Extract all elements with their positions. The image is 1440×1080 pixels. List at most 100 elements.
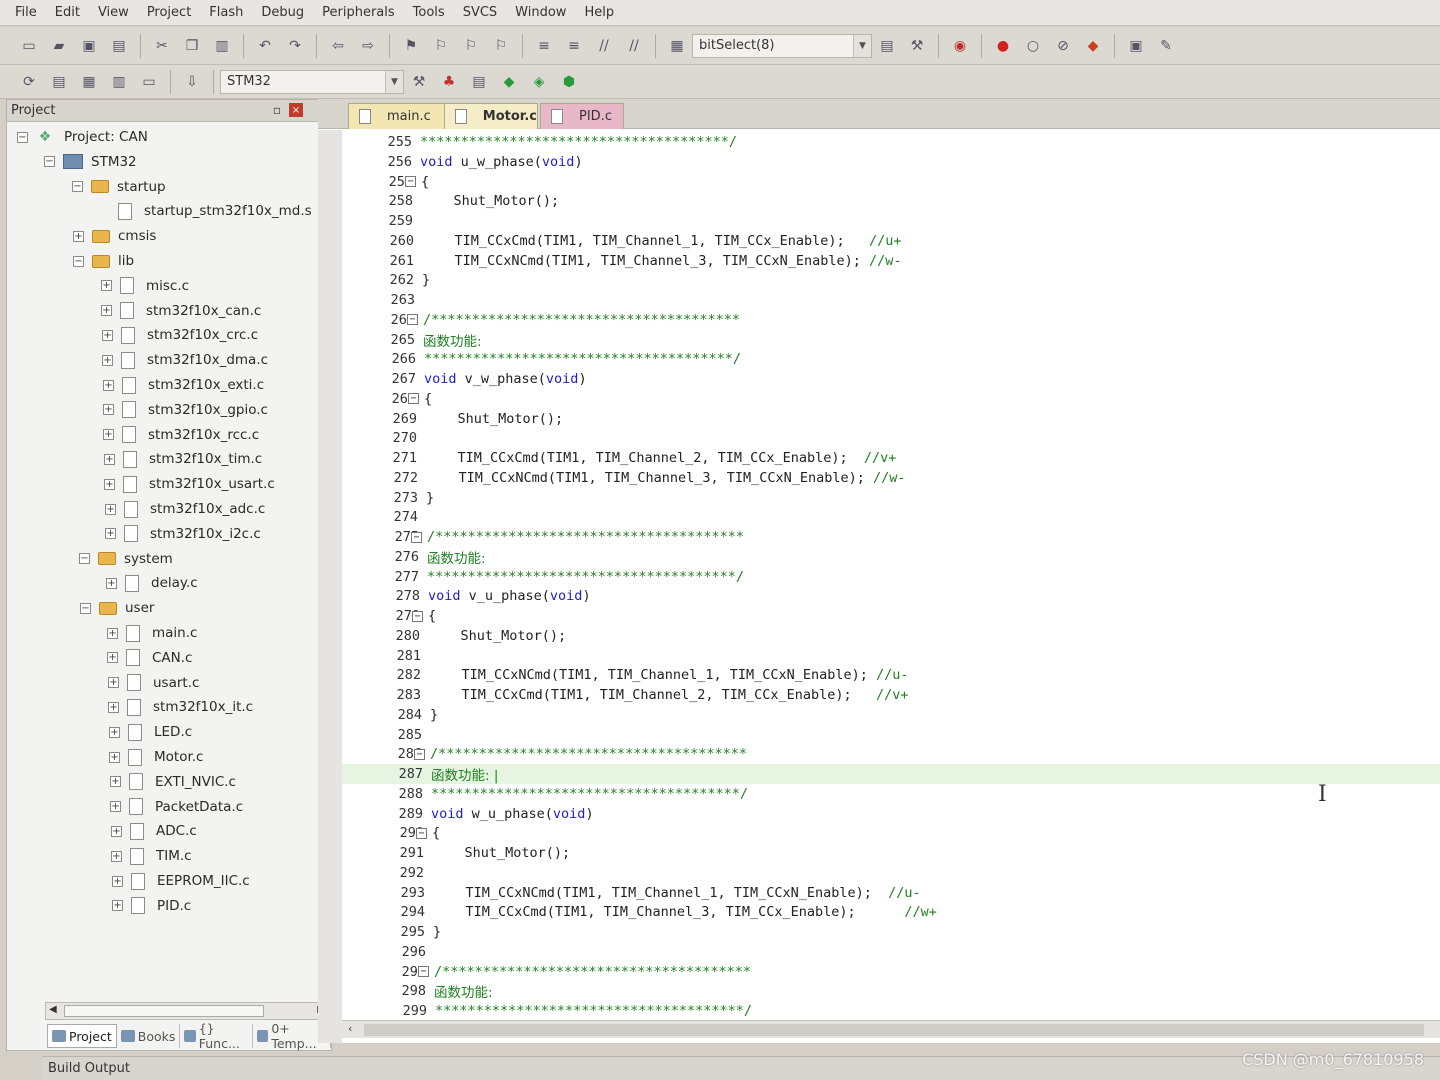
code-line[interactable]: 276 函数功能: <box>342 547 1440 567</box>
fold-collapse-icon[interactable]: − <box>408 393 419 405</box>
code-line[interactable]: 272 TIM_CCxNCmd(TIM1, TIM_Channel_3, TIM… <box>342 468 1440 488</box>
fold-collapse-icon[interactable]: − <box>411 531 422 543</box>
expand-icon[interactable]: + <box>102 354 113 366</box>
editor-horizontal-scrollbar[interactable]: ‹ <box>342 1020 1440 1038</box>
code-line[interactable]: 270 <box>342 428 1440 448</box>
disable-all-breakpoints-icon[interactable]: ⊘ <box>1051 34 1075 58</box>
tree-item[interactable]: startup_stm32f10x_md.s <box>99 200 312 222</box>
collapse-icon[interactable]: − <box>80 602 91 614</box>
code-line[interactable]: 278 void v_u_phase(void) <box>342 586 1440 606</box>
code-line[interactable]: 266 *************************************… <box>342 349 1440 369</box>
expand-icon[interactable]: + <box>111 850 122 862</box>
expand-icon[interactable]: + <box>103 404 114 416</box>
uncomment-icon[interactable]: // <box>622 34 646 58</box>
code-line[interactable]: 299 *************************************… <box>342 1001 1440 1020</box>
expand-icon[interactable]: + <box>104 453 115 465</box>
code-line[interactable]: 289 void w_u_phase(void) <box>342 804 1440 824</box>
panel-tab-2[interactable]: {} Func... <box>180 1021 254 1051</box>
expand-icon[interactable]: + <box>108 677 119 689</box>
code-line[interactable]: 258 Shut_Motor(); <box>342 191 1440 211</box>
tree-item[interactable]: + stm32f10x_i2c.c <box>105 523 261 545</box>
expand-icon[interactable]: + <box>103 429 114 441</box>
scrollbar-thumb[interactable] <box>64 1005 264 1017</box>
disable-breakpoint-icon[interactable]: ○ <box>1021 34 1045 58</box>
manage-components-icon[interactable]: ♣ <box>437 70 461 94</box>
menu-edit[interactable]: Edit <box>46 5 89 20</box>
tree-item[interactable]: + EXTI_NVIC.c <box>110 771 236 793</box>
fold-collapse-icon[interactable]: − <box>414 748 425 760</box>
expand-icon[interactable]: + <box>110 801 121 813</box>
expand-icon[interactable]: + <box>105 528 116 540</box>
code-line[interactable]: 295} <box>342 922 1440 942</box>
clear-bookmarks-icon[interactable]: ⚐ <box>489 34 513 58</box>
translate-icon[interactable]: ⟳ <box>17 70 41 94</box>
expand-icon[interactable]: + <box>108 701 119 713</box>
collapse-icon[interactable]: − <box>17 131 28 143</box>
expand-icon[interactable]: + <box>109 751 120 763</box>
tree-item[interactable]: + PID.c <box>112 895 191 917</box>
cut-icon[interactable]: ✂ <box>150 34 174 58</box>
save-icon[interactable]: ▣ <box>77 34 101 58</box>
bookmark-icon[interactable]: ⚑ <box>399 34 423 58</box>
code-line[interactable]: 281 <box>342 646 1440 666</box>
code-line[interactable]: 296 <box>342 942 1440 962</box>
expand-icon[interactable]: + <box>106 577 117 589</box>
code-line[interactable]: 268−{ <box>342 389 1440 409</box>
tree-item[interactable]: − ❖ Project: CAN <box>17 126 148 148</box>
panel-tab-1[interactable]: Books <box>117 1024 181 1048</box>
code-line[interactable]: 263 <box>342 290 1440 310</box>
tab-motor-c[interactable]: Motor.c <box>444 103 538 129</box>
code-line[interactable]: 282 TIM_CCxNCmd(TIM1, TIM_Channel_1, TIM… <box>342 665 1440 685</box>
menu-peripherals[interactable]: Peripherals <box>313 5 404 20</box>
build-output-panel-title[interactable]: Build Output <box>42 1056 1440 1080</box>
rebuild-icon[interactable]: ▦ <box>77 70 101 94</box>
find-in-files-icon[interactable]: ▦ <box>665 34 689 58</box>
code-line[interactable]: 297−/***********************************… <box>342 962 1440 982</box>
new-file-icon[interactable]: ▭ <box>17 34 41 58</box>
code-line[interactable]: 273} <box>342 488 1440 508</box>
tree-item[interactable]: + main.c <box>107 622 197 644</box>
code-line[interactable]: 261 TIM_CCxNCmd(TIM1, TIM_Channel_3, TIM… <box>342 251 1440 271</box>
code-line[interactable]: 284} <box>342 705 1440 725</box>
tree-item[interactable]: + stm32f10x_tim.c <box>104 448 262 470</box>
menu-window[interactable]: Window <box>506 5 575 20</box>
fold-collapse-icon[interactable]: − <box>416 827 427 839</box>
prev-bookmark-icon[interactable]: ⚐ <box>429 34 453 58</box>
find-icon[interactable]: ▤ <box>875 34 899 58</box>
fold-collapse-icon[interactable]: − <box>407 314 418 326</box>
configure-icon[interactable]: ✎ <box>1154 34 1178 58</box>
code-line[interactable]: 293 TIM_CCxNCmd(TIM1, TIM_Channel_1, TIM… <box>342 883 1440 903</box>
unindent-icon[interactable]: ≡ <box>562 34 586 58</box>
code-line[interactable]: 259 <box>342 211 1440 231</box>
tree-item[interactable]: − system <box>79 548 173 570</box>
manage-rte-icon[interactable]: ◆ <box>497 70 521 94</box>
tree-item[interactable]: − lib <box>73 250 134 272</box>
expand-icon[interactable]: + <box>112 900 123 912</box>
expand-icon[interactable]: + <box>110 776 121 788</box>
code-line[interactable]: 271 TIM_CCxCmd(TIM1, TIM_Channel_2, TIM_… <box>342 448 1440 468</box>
tree-item[interactable]: − user <box>80 597 154 619</box>
fold-collapse-icon[interactable]: − <box>418 966 429 977</box>
tree-item[interactable]: + delay.c <box>106 572 198 594</box>
expand-icon[interactable]: + <box>107 627 118 639</box>
code-line[interactable]: 275−/***********************************… <box>342 527 1440 547</box>
pin-icon[interactable]: ▫ <box>273 103 281 117</box>
target-options-icon[interactable]: ⚒ <box>407 70 431 94</box>
tree-item[interactable]: + stm32f10x_usart.c <box>104 473 275 495</box>
tree-item[interactable]: + PacketData.c <box>110 796 243 818</box>
tree-item[interactable]: + Motor.c <box>109 746 204 768</box>
code-line[interactable]: 292 <box>342 863 1440 883</box>
tree-item[interactable]: + stm32f10x_it.c <box>108 696 253 718</box>
next-bookmark-icon[interactable]: ⚐ <box>459 34 483 58</box>
code-line[interactable]: 262} <box>342 270 1440 290</box>
tree-item[interactable]: + cmsis <box>73 225 156 247</box>
scroll-left-icon[interactable]: ◀ <box>49 1004 57 1015</box>
menu-svcs[interactable]: SVCS <box>454 5 506 20</box>
expand-icon[interactable]: + <box>109 726 120 738</box>
code-line[interactable]: 264−/***********************************… <box>342 310 1440 330</box>
expand-icon[interactable]: + <box>102 329 113 341</box>
select-software-packs-icon[interactable]: ⬢ <box>557 70 581 94</box>
fold-collapse-icon[interactable]: − <box>412 610 423 622</box>
tree-item[interactable]: + stm32f10x_dma.c <box>102 349 268 371</box>
menu-flash[interactable]: Flash <box>200 5 252 20</box>
